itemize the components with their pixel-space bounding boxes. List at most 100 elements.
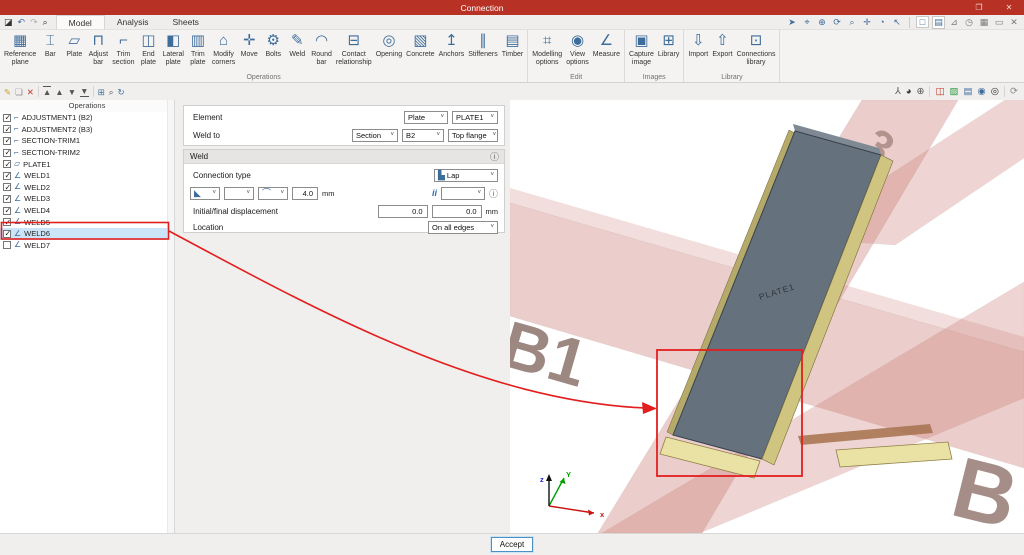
tree-item-weld3[interactable]: ∠WELD3 xyxy=(0,193,174,205)
connections-library-button[interactable]: ⊡Connections library xyxy=(735,31,778,66)
zoom-out-icon[interactable]: ⌕ xyxy=(846,17,858,28)
element-type-dropdown[interactable]: Plate˅ xyxy=(404,111,448,124)
restore-button[interactable]: ❐ xyxy=(964,0,994,15)
tab-model[interactable]: Model xyxy=(56,15,105,29)
edit-icon[interactable]: ✎ xyxy=(4,87,11,97)
trim-plate-button[interactable]: ▥Trim plate xyxy=(186,31,210,66)
tab-sheets[interactable]: Sheets xyxy=(160,15,210,29)
move-down-icon[interactable]: ▼ xyxy=(68,87,76,97)
concrete-button[interactable]: ▧Concrete xyxy=(404,31,436,59)
tree-item-adjustment1-b2-[interactable]: ⌐ADJUSTMENT1 (B2) xyxy=(0,112,174,124)
measure-button[interactable]: ∠Measure xyxy=(591,31,622,59)
modelling-options-button[interactable]: ⌗Modelling options xyxy=(530,31,564,66)
previous-view-icon[interactable]: ↖ xyxy=(891,17,903,28)
zoom-in-icon[interactable]: ⊕ xyxy=(816,17,828,28)
tab-analysis[interactable]: Analysis xyxy=(105,15,161,29)
end-plate-button[interactable]: ◫End plate xyxy=(136,31,160,66)
tree-item-weld7[interactable]: ∠WELD7 xyxy=(0,240,174,252)
layers-icon[interactable]: ▤ xyxy=(963,86,972,97)
location-dropdown[interactable]: On all edges ˅ xyxy=(428,221,498,234)
tree-item-adjustment2-b3-[interactable]: ⌐ADJUSTMENT2 (B3) xyxy=(0,124,174,136)
pan-icon[interactable]: ✛ xyxy=(861,17,873,28)
tree-item-section-trim1[interactable]: ⌐SECTION-TRIM1 xyxy=(0,135,174,147)
checkbox[interactable] xyxy=(3,230,11,238)
explode-tree-icon[interactable]: ⊞ xyxy=(98,87,105,97)
tree-item-weld5[interactable]: ∠WELD5 xyxy=(0,216,174,228)
lateral-plate-button[interactable]: ◧Lateral plate xyxy=(160,31,185,66)
fit-view-icon[interactable]: ◔ xyxy=(876,17,888,27)
plate-button[interactable]: ▱Plate xyxy=(62,31,86,59)
viewport-3d[interactable]: B1 B 3 PLATE1 x Y z xyxy=(510,100,1024,533)
weld-contour-dropdown[interactable]: ⌒ ˅ xyxy=(258,187,288,200)
toggle-solid-icon[interactable]: □ xyxy=(916,16,929,28)
clipping-icon[interactable]: ◫ xyxy=(935,86,944,97)
delete-icon[interactable]: ✕ xyxy=(27,87,34,97)
toggle-comment-icon[interactable]: ▭ xyxy=(993,17,1005,28)
contact-relationship-button[interactable]: ⊟Contact relationship xyxy=(334,31,374,66)
axes-icon[interactable]: ⅄ xyxy=(895,86,901,97)
import-button[interactable]: ⇩Import xyxy=(686,31,710,59)
orbit-icon[interactable]: ⊕ xyxy=(917,86,925,97)
bar-button[interactable]: ⌶Bar xyxy=(38,31,62,59)
weld-to-member-dropdown[interactable]: B2˅ xyxy=(402,129,444,142)
move-top-icon[interactable]: ▲ xyxy=(43,86,51,97)
checkbox[interactable] xyxy=(3,125,11,133)
view-options-button[interactable]: ◉View options xyxy=(564,31,591,66)
tree-item-weld4[interactable]: ∠WELD4 xyxy=(0,205,174,217)
tree-item-weld6[interactable]: ∠WELD6 xyxy=(0,228,174,240)
workplane-icon[interactable]: ▨ xyxy=(949,86,958,97)
modify-corners-button[interactable]: ⌂Modify corners xyxy=(210,31,237,66)
checkbox[interactable] xyxy=(3,195,11,203)
intermittent-dropdown[interactable]: ˅ xyxy=(441,187,485,200)
capture-image-button[interactable]: ▣Capture image xyxy=(627,31,656,66)
checkbox[interactable] xyxy=(3,137,11,145)
weld-type-dropdown[interactable]: ◣ ˅ xyxy=(190,187,220,200)
refresh-icon[interactable]: ↻ xyxy=(117,87,124,97)
select-icon[interactable]: ➤ xyxy=(786,17,798,28)
toggle-angle-icon[interactable]: ⊿ xyxy=(948,17,960,28)
visibility-icon[interactable]: ◎ xyxy=(991,86,999,97)
undo-icon[interactable]: ↶ xyxy=(18,17,26,27)
close-button[interactable]: ✕ xyxy=(994,0,1024,15)
library-button[interactable]: ⊞Library xyxy=(656,31,681,59)
shading-icon[interactable]: ◕ xyxy=(906,86,912,97)
operations-scrollbar[interactable] xyxy=(167,100,174,533)
checkbox[interactable] xyxy=(3,172,11,180)
opening-button[interactable]: ◎Opening xyxy=(374,31,404,59)
toggle-grid-icon[interactable]: ▦ xyxy=(978,17,990,28)
connection-type-dropdown[interactable]: ▙ Lap ˅ xyxy=(434,169,498,182)
reference-plane-button[interactable]: ▦Reference plane xyxy=(2,31,38,66)
move-up-icon[interactable]: ▲ xyxy=(55,87,63,97)
checkbox[interactable] xyxy=(3,241,11,249)
move-button[interactable]: ✛Move xyxy=(237,31,261,59)
export-button[interactable]: ⇧Export xyxy=(710,31,734,59)
weld-button[interactable]: ✎Weld xyxy=(285,31,309,59)
render-mode-icon[interactable]: ◉ xyxy=(977,86,985,97)
rotate-view-icon[interactable]: ⟳ xyxy=(831,17,843,28)
anchors-button[interactable]: ↥Anchors xyxy=(437,31,467,59)
transform-icon[interactable]: ⟳ xyxy=(1010,86,1018,97)
accept-button[interactable]: Accept xyxy=(491,537,533,552)
displacement-final-input[interactable]: 0.0 xyxy=(432,205,482,218)
tree-item-weld1[interactable]: ∠WELD1 xyxy=(0,170,174,182)
stiffeners-button[interactable]: ∥Stiffeners xyxy=(466,31,499,59)
checkbox[interactable] xyxy=(3,114,11,122)
weld-to-type-dropdown[interactable]: Section˅ xyxy=(352,129,398,142)
tree-item-section-trim2[interactable]: ⌐SECTION-TRIM2 xyxy=(0,147,174,159)
checkbox[interactable] xyxy=(3,149,11,157)
trim-section-button[interactable]: ⌐Trim section xyxy=(110,31,136,66)
copy-icon[interactable]: ❏ xyxy=(15,87,23,97)
toggle-mesh-icon[interactable]: ▤ xyxy=(932,16,945,29)
redo-icon[interactable]: ↷ xyxy=(30,17,38,27)
search-list-icon[interactable]: ⌕ xyxy=(109,87,114,97)
checkbox[interactable] xyxy=(3,207,11,215)
tree-item-weld2[interactable]: ∠WELD2 xyxy=(0,182,174,194)
adjust-bar-button[interactable]: ⊓Adjust bar xyxy=(86,31,110,66)
toggle-clock-icon[interactable]: ◷ xyxy=(963,17,975,28)
search-icon[interactable]: ⌕ xyxy=(43,17,48,27)
weld-material-dropdown[interactable]: ˅ xyxy=(224,187,254,200)
displacement-initial-input[interactable]: 0.0 xyxy=(378,205,428,218)
checkbox[interactable] xyxy=(3,218,11,226)
tree-item-plate1[interactable]: ▱PLATE1 xyxy=(0,158,174,170)
checkbox[interactable] xyxy=(3,183,11,191)
